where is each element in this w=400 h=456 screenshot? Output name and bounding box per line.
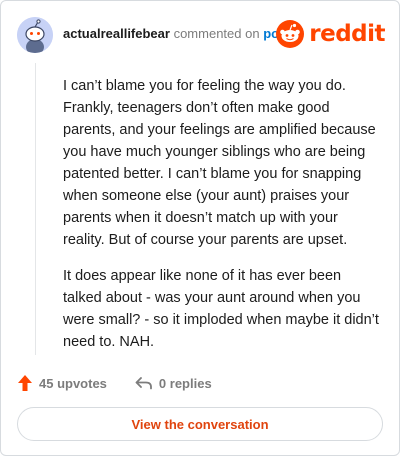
reply-button[interactable]: 0 replies — [135, 376, 212, 391]
view-conversation-button[interactable]: View the conversation — [17, 407, 383, 441]
comment-actions: 45 upvotes 0 replies — [17, 373, 212, 393]
comment-body: I can’t blame you for feeling the way yo… — [63, 75, 383, 367]
comment-header: actualreallifebear commented on post red… — [17, 17, 385, 53]
comment-paragraph: It does appear like none of it has ever … — [63, 268, 379, 350]
upvote-arrow-icon — [18, 375, 32, 391]
comment-paragraph: I can’t blame you for feeling the way yo… — [63, 78, 376, 248]
action-text: commented on — [173, 26, 260, 41]
comment-meta: actualreallifebear commented on post — [63, 26, 291, 41]
comment-card: actualreallifebear commented on post red… — [0, 0, 400, 456]
brand-wordmark: reddit — [309, 21, 385, 47]
reply-arrow-icon — [135, 377, 152, 390]
username-link[interactable]: actualreallifebear — [63, 26, 170, 41]
upvote-button[interactable]: 45 upvotes — [17, 374, 107, 392]
reddit-brand[interactable]: reddit — [276, 19, 385, 49]
reply-count: 0 replies — [158, 375, 212, 391]
upvote-count: 45 upvotes — [39, 375, 107, 391]
reddit-logo-icon — [276, 20, 305, 48]
thread-line — [35, 63, 36, 355]
snoo-avatar-icon[interactable] — [17, 17, 53, 53]
